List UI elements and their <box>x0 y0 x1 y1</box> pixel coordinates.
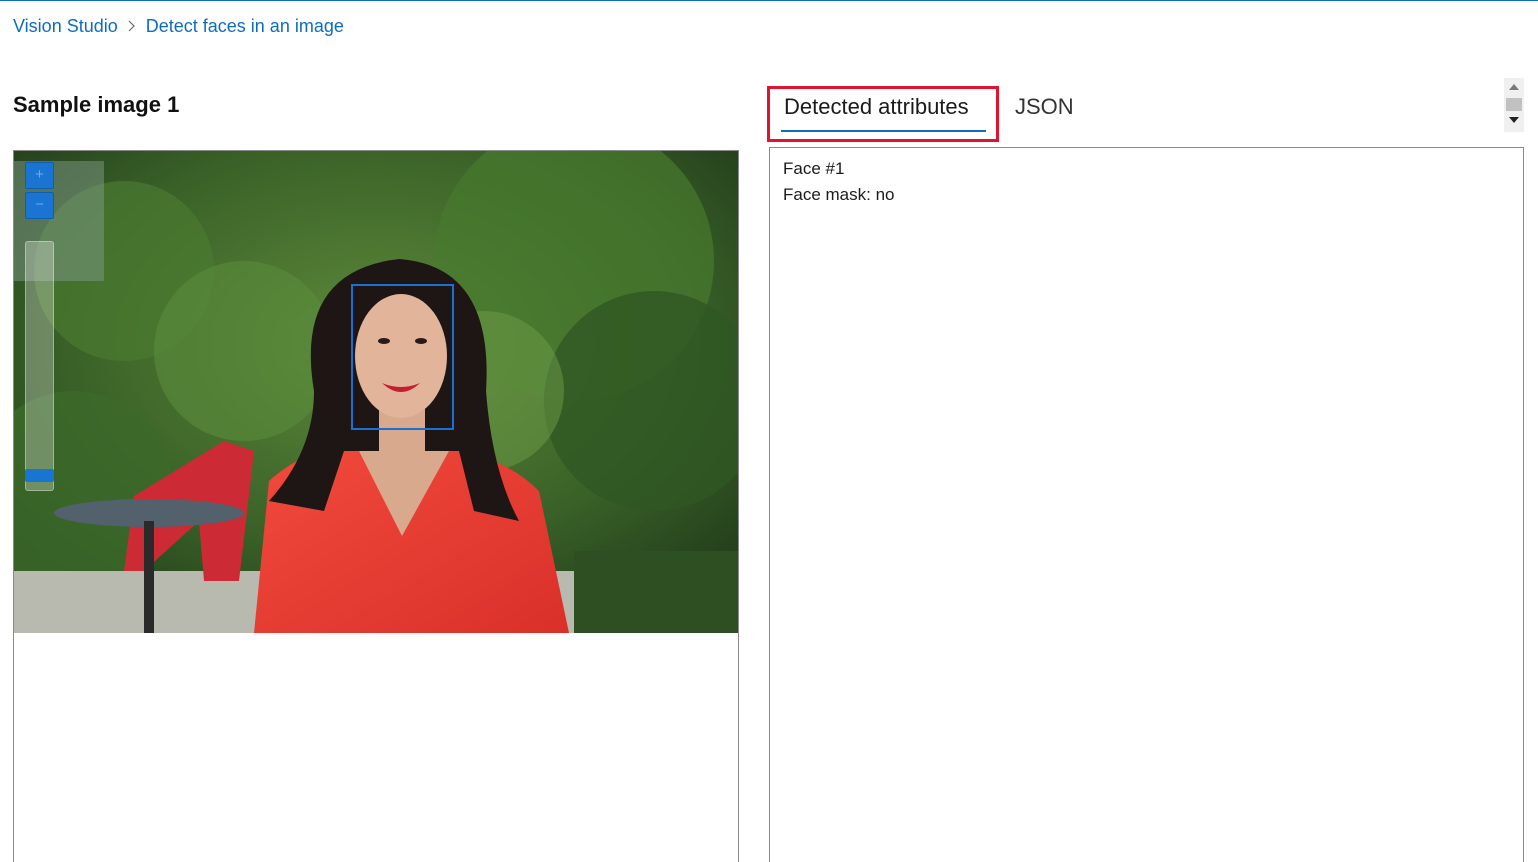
zoom-slider-handle[interactable] <box>25 469 54 482</box>
active-tab-indicator <box>781 130 986 132</box>
results-panel: Face #1 Face mask: no <box>769 147 1524 862</box>
tabs-scrollbar[interactable] <box>1504 78 1524 132</box>
breadcrumb-vision-studio[interactable]: Vision Studio <box>13 16 118 37</box>
tab-json-label: JSON <box>1015 94 1074 119</box>
top-accent-line <box>0 0 1538 1</box>
chevron-right-icon <box>118 20 146 32</box>
zoom-out-button[interactable]: − <box>25 192 54 219</box>
result-tabs: Detected attributes JSON <box>767 86 1074 142</box>
image-viewer[interactable]: + − <box>13 150 739 862</box>
scroll-down-arrow-icon[interactable] <box>1509 117 1519 123</box>
breadcrumb-detect-faces[interactable]: Detect faces in an image <box>146 16 344 37</box>
breadcrumb: Vision Studio Detect faces in an image <box>13 14 344 38</box>
scrollbar-thumb[interactable] <box>1506 98 1522 111</box>
zoom-in-button[interactable]: + <box>25 162 54 189</box>
tab-detected-attributes-label: Detected attributes <box>784 94 969 119</box>
page-title: Sample image 1 <box>13 92 180 117</box>
face-label: Face #1 <box>783 159 845 178</box>
face-bounding-box <box>351 284 454 430</box>
face-mask-attribute: Face mask: no <box>783 185 895 204</box>
zoom-slider-track[interactable] <box>25 241 54 491</box>
tab-detected-attributes[interactable]: Detected attributes <box>767 86 999 142</box>
scroll-up-arrow-icon[interactable] <box>1509 84 1519 90</box>
